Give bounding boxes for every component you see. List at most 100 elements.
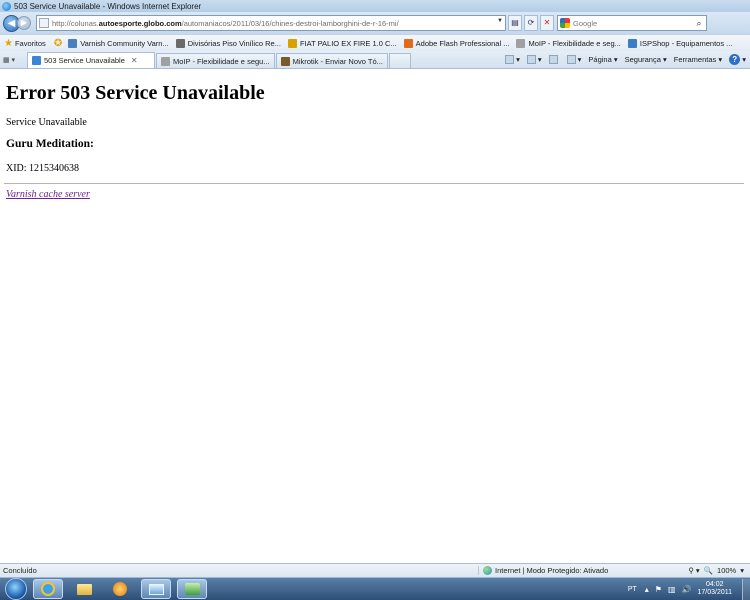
favorite-item[interactable]: Varnish Community Varn... xyxy=(68,38,169,48)
favicon-icon xyxy=(68,38,78,48)
window-titlebar: 503 Service Unavailable - Windows Intern… xyxy=(0,0,750,12)
tab[interactable]: 503 Service Unavailable ✕ xyxy=(27,52,155,68)
quick-tabs-button[interactable]: ▦ ▾ xyxy=(3,52,25,67)
favorite-item[interactable]: FIAT PALIO EX FIRE 1.0 C... xyxy=(287,38,397,48)
chevron-down-icon[interactable]: ▼ xyxy=(497,18,503,24)
system-tray: PT ▴ ⚑ ▥ 🔊 04:02 17/03/2011 xyxy=(628,581,742,597)
network-app-icon xyxy=(184,583,200,595)
favorite-label: MoIP - Flexibilidade e seg... xyxy=(528,38,621,48)
print-button[interactable]: ▾ xyxy=(566,55,581,64)
tab-favicon-icon xyxy=(280,56,290,66)
tab-label: 503 Service Unavailable xyxy=(44,56,125,65)
show-hidden-icons[interactable]: ▴ xyxy=(645,585,649,594)
zone-label: Internet | Modo Protegido: Ativado xyxy=(495,566,609,575)
favorite-item[interactable]: ISPShop - Equipamentos ... xyxy=(627,38,733,48)
google-icon xyxy=(560,18,570,28)
tab-bar: ▦ ▾ 503 Service Unavailable ✕ MoIP - Flexi… xyxy=(0,51,750,69)
search-input[interactable]: Google xyxy=(573,19,692,28)
remote-desktop-icon xyxy=(148,583,164,595)
network-icon[interactable]: ▥ xyxy=(668,585,676,594)
mail-button[interactable] xyxy=(548,55,560,64)
new-tab-button[interactable] xyxy=(388,53,411,68)
error-message: Service Unavailable xyxy=(6,117,87,128)
close-tab-icon[interactable]: ✕ xyxy=(131,56,138,65)
favicon-icon xyxy=(627,38,637,48)
command-bar: ▾ ▾ ▾ Página ▾ Segurança ▾ Ferramentas ▾… xyxy=(498,51,750,68)
help-button[interactable]: ? ▾ xyxy=(729,54,746,65)
favorite-item[interactable]: Divisórias Piso Vinílico Re... xyxy=(175,38,281,48)
star-icon: ★ xyxy=(4,37,13,49)
favorite-label: Varnish Community Varn... xyxy=(80,38,169,48)
taskbar-explorer-button[interactable] xyxy=(69,579,99,599)
search-box[interactable]: Google ⌕ xyxy=(557,15,707,31)
taskbar-ie-button[interactable] xyxy=(33,579,63,599)
ie-icon xyxy=(41,582,55,596)
forward-button[interactable]: ▶ xyxy=(17,16,31,30)
address-url[interactable]: http://colunas.autoesporte.globo.com/aut… xyxy=(52,19,399,28)
zoom-control[interactable]: ⚲ ▾ 🔍 100% ▾ xyxy=(684,566,750,575)
zoom-level: 100% xyxy=(717,566,737,575)
navigation-bar: ◀ ▶ http://colunas.autoesporte.globo.com… xyxy=(0,12,750,34)
clock-date: 17/03/2011 xyxy=(697,589,732,596)
divider xyxy=(4,183,744,184)
media-player-icon xyxy=(113,582,127,596)
help-icon: ? xyxy=(729,54,741,65)
status-text: Concluído xyxy=(3,566,37,575)
chevron-down-icon: ▾ xyxy=(740,566,744,575)
show-desktop-button[interactable] xyxy=(742,578,750,600)
tab-label: Mikrotik - Enviar Novo Tó... xyxy=(292,56,383,66)
favorite-item[interactable]: MoIP - Flexibilidade e seg... xyxy=(516,38,621,48)
add-favorite-icon[interactable]: ✪ xyxy=(54,38,62,49)
taskbar: PT ▴ ⚑ ▥ 🔊 04:02 17/03/2011 xyxy=(0,577,750,600)
address-bar[interactable]: http://colunas.autoesporte.globo.com/aut… xyxy=(36,15,506,31)
feeds-button[interactable]: ▾ xyxy=(526,55,542,64)
start-button[interactable] xyxy=(5,578,27,600)
varnish-link[interactable]: Varnish cache server xyxy=(6,189,90,200)
status-bar: Concluído Internet | Modo Protegido: Ati… xyxy=(0,563,750,577)
favorite-label: Divisórias Piso Vinílico Re... xyxy=(187,38,281,48)
protected-mode-icon: ⚲ ▾ xyxy=(688,566,700,575)
page-menu[interactable]: Página ▾ xyxy=(588,55,617,64)
tools-menu[interactable]: Ferramentas ▾ xyxy=(674,55,722,64)
page-icon xyxy=(39,18,49,28)
tab[interactable]: Mikrotik - Enviar Novo Tó... xyxy=(275,53,388,68)
stop-button[interactable]: ✕ xyxy=(540,15,554,31)
folder-icon xyxy=(76,583,92,595)
clock[interactable]: 04:02 17/03/2011 xyxy=(697,581,732,597)
tab-label: MoIP - Flexibilidade e segu... xyxy=(173,56,270,66)
favicon-icon xyxy=(175,38,185,48)
favicon-icon xyxy=(516,38,526,48)
guru-meditation-heading: Guru Meditation: xyxy=(6,138,94,150)
tab[interactable]: MoIP - Flexibilidade e segu... xyxy=(156,53,275,68)
language-indicator[interactable]: PT xyxy=(628,586,637,593)
favorite-label: Adobe Flash Professional ... xyxy=(415,38,510,48)
favorites-list: Varnish Community Varn... Divisórias Piso… xyxy=(68,38,739,48)
taskbar-media-player-button[interactable] xyxy=(105,579,135,599)
favicon-icon xyxy=(403,38,413,48)
window-title: 503 Service Unavailable - Windows Intern… xyxy=(14,1,202,11)
page-content: Error 503 Service Unavailable Service Un… xyxy=(0,70,750,563)
tab-favicon-icon xyxy=(161,56,170,66)
favorites-bar: ★ Favoritos ✪ Varnish Community Varn... D… xyxy=(0,34,750,51)
security-zone[interactable]: Internet | Modo Protegido: Ativado xyxy=(478,566,668,575)
home-button[interactable]: ▾ xyxy=(505,55,520,64)
clock-time: 04:02 xyxy=(705,581,724,588)
tab-favicon-icon xyxy=(32,56,41,65)
tabs-list: 503 Service Unavailable ✕ MoIP - Flexibili… xyxy=(27,52,412,68)
favorite-label: ISPShop - Equipamentos ... xyxy=(639,38,733,48)
favorites-button[interactable]: ★ Favoritos xyxy=(0,38,46,49)
zoom-icon: 🔍 xyxy=(703,566,714,575)
favorite-item[interactable]: Adobe Flash Professional ... xyxy=(403,38,510,48)
compatibility-view-button[interactable]: ▤ xyxy=(508,15,522,31)
favorites-label: Favoritos xyxy=(14,38,46,48)
volume-icon[interactable]: 🔊 xyxy=(682,585,692,594)
security-menu[interactable]: Segurança ▾ xyxy=(625,55,667,64)
favorite-label: FIAT PALIO EX FIRE 1.0 C... xyxy=(299,38,397,48)
taskbar-network-button[interactable] xyxy=(177,579,207,599)
flag-icon[interactable]: ⚑ xyxy=(655,585,662,594)
refresh-button[interactable]: ⟳ xyxy=(524,15,538,31)
ie-app-icon xyxy=(2,1,11,11)
search-icon[interactable]: ⌕ xyxy=(692,16,706,30)
taskbar-remote-desktop-button[interactable] xyxy=(141,579,171,599)
page-heading: Error 503 Service Unavailable xyxy=(6,82,265,104)
